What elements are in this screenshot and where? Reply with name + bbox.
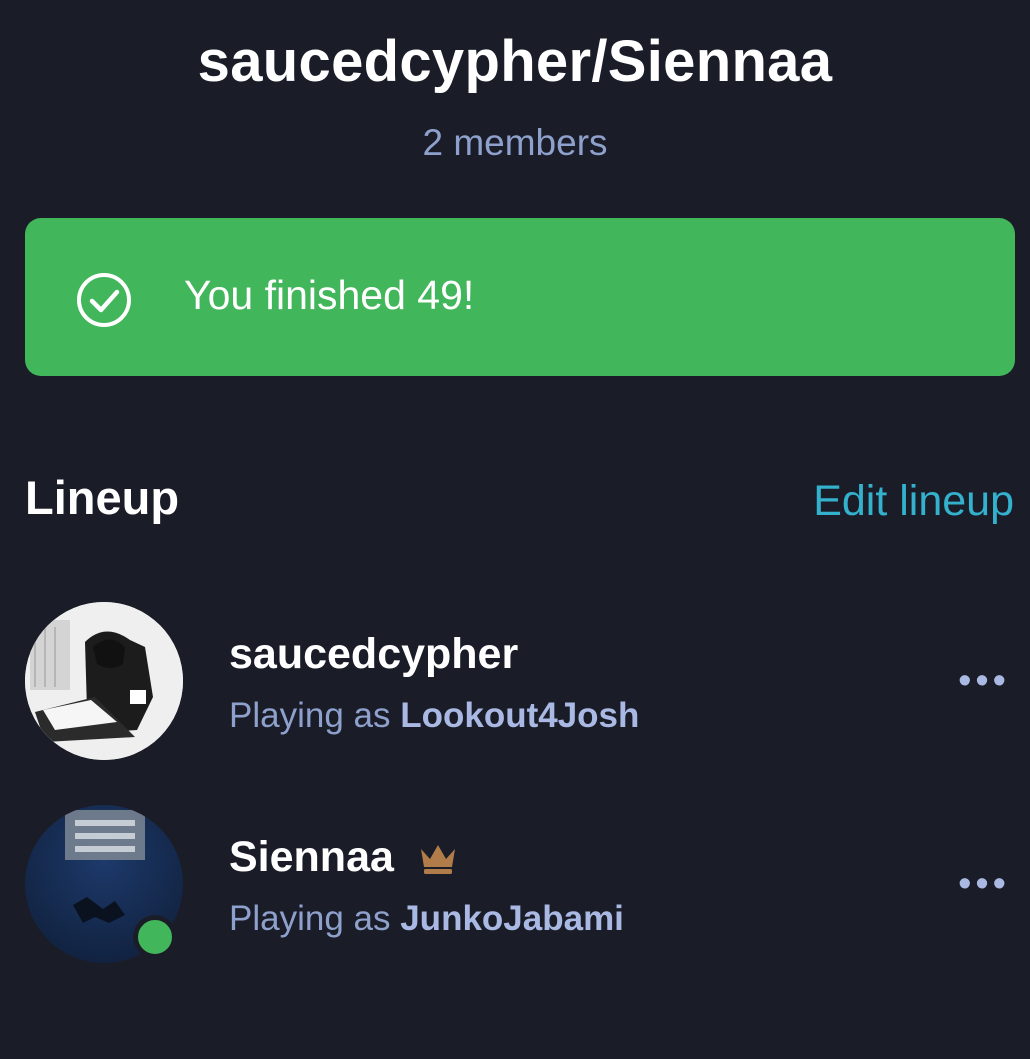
party-screen: saucedcypher/Siennaa 2 members You finis… <box>0 0 1030 1059</box>
lineup-member[interactable]: saucedcypher Playing as Lookout4Josh ••• <box>0 600 1030 760</box>
members-count: 2 members <box>422 122 608 163</box>
finished-banner <box>25 218 1015 376</box>
playing-as-prefix: Playing as <box>229 696 401 735</box>
playing-as-handle: Lookout4Josh <box>400 696 640 735</box>
playing-as-handle: JunkoJabami <box>400 899 624 938</box>
crown-icon <box>421 845 455 874</box>
online-status-dot <box>133 915 177 959</box>
page-title: saucedcypher/Siennaa <box>197 29 833 94</box>
more-options-button[interactable]: ••• <box>958 660 1010 703</box>
banner-message: You finished 49! <box>184 272 475 318</box>
lineup-heading: Lineup <box>25 471 180 524</box>
member-name: Siennaa <box>229 833 394 881</box>
more-options-button[interactable]: ••• <box>958 863 1010 906</box>
member-name: saucedcypher <box>229 630 519 678</box>
playing-as-line: Playing as Lookout4Josh <box>229 696 639 736</box>
playing-as-line: Playing as JunkoJabami <box>229 899 624 939</box>
avatar[interactable] <box>25 602 183 760</box>
check-circle-icon <box>77 273 131 327</box>
lineup-member[interactable]: Siennaa Playing as JunkoJabami ••• <box>0 803 1030 963</box>
playing-as-prefix: Playing as <box>229 899 401 938</box>
edit-lineup-link[interactable]: Edit lineup <box>813 477 1014 526</box>
avatar-image <box>25 602 183 760</box>
